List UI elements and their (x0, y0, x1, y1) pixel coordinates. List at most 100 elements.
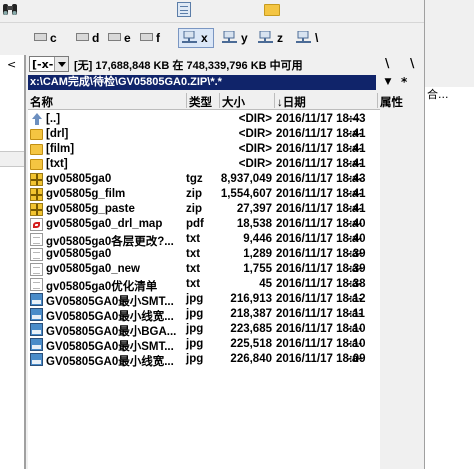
column-type[interactable]: 类型 (189, 94, 212, 110)
drive-button[interactable]: y (218, 28, 254, 48)
drive-bar: c d e f x y z \ (0, 24, 424, 52)
drive-letter: c (50, 31, 57, 45)
column-name[interactable]: 名称 (30, 94, 53, 110)
current-path[interactable]: x:\CAM完成\待检\GV05805GA0.ZIP\*.* (28, 75, 376, 90)
file-type: txt (186, 263, 201, 275)
file-name: gv05805ga0_new (46, 263, 140, 275)
file-type: zip (186, 203, 202, 215)
file-row[interactable]: GV05805GA0最小SMT... jpg 225,518 2016/11/17 1… (28, 337, 380, 353)
file-type: txt (186, 233, 201, 245)
file-size: 27,397 (236, 203, 272, 215)
file-row[interactable]: [film] <DIR> 2016/11/17 18:41 -a- (28, 142, 380, 157)
image-file-icon (30, 308, 43, 321)
network-drive-icon (221, 30, 238, 45)
file-type: tgz (186, 173, 203, 185)
file-size: <DIR> (238, 113, 272, 125)
drive-icon (108, 33, 121, 41)
folder-icon (30, 159, 43, 170)
left-pane-arrow[interactable]: < (7, 58, 16, 71)
root-dir-button[interactable]: \ (385, 56, 389, 70)
column-size[interactable]: 大小 (222, 94, 245, 110)
file-name: gv05805g_paste (46, 203, 135, 215)
chevron-down-icon[interactable] (54, 57, 68, 71)
binoculars-icon[interactable] (1, 2, 19, 18)
image-file-icon (30, 338, 43, 351)
drive-button[interactable]: c (30, 28, 60, 48)
file-size: 45 (259, 278, 272, 290)
drive-icon (34, 33, 47, 41)
drive-button[interactable]: \ (292, 28, 328, 48)
calculator-icon[interactable] (177, 2, 191, 17)
file-size: 226,840 (230, 353, 272, 365)
file-row[interactable]: [txt] <DIR> 2016/11/17 18:41 -a- (28, 157, 380, 172)
file-row[interactable]: gv05805ga0_new txt 1,755 2016/11/17 18:39 -a… (28, 262, 380, 277)
drive-button[interactable]: e (104, 28, 134, 48)
file-attr: -a- (348, 218, 363, 230)
file-size: 223,685 (230, 323, 272, 335)
file-attr: -a- (348, 278, 363, 290)
drive-icon (76, 33, 89, 41)
file-attr: -a- (348, 158, 363, 170)
drive-icon (140, 33, 153, 41)
file-list-panel[interactable]: 名称 类型 大小 ↓日期 属性 [..] <DIR> 2016/11/17 18:4… (28, 92, 403, 469)
image-file-icon (30, 323, 43, 336)
left-pane-header (0, 151, 24, 167)
column-attr[interactable]: 属性 (380, 94, 403, 110)
folder-icon[interactable] (264, 4, 280, 16)
network-drive-icon (295, 30, 312, 45)
file-name: [film] (46, 143, 75, 155)
file-row[interactable]: GV05805GA0最小BGA... jpg 223,685 2016/11/17 1… (28, 322, 380, 338)
file-name: gv05805g_film (46, 188, 126, 200)
file-name: gv05805ga0_drl_map (46, 218, 163, 230)
drive-button[interactable]: x (178, 28, 214, 48)
toolbar (0, 0, 424, 23)
left-file-panel[interactable]: < (0, 55, 26, 469)
file-attr: -a- (348, 173, 363, 185)
file-size: 1,289 (243, 248, 272, 260)
file-row[interactable]: gv05805ga0各层更改?... txt 9,446 2016/11/17 18:… (28, 232, 380, 248)
file-size: 216,913 (230, 293, 272, 305)
text-file-icon (30, 248, 43, 261)
file-size: 18,538 (236, 218, 272, 230)
file-attr: -a- (348, 338, 363, 350)
file-type: jpg (186, 323, 204, 335)
file-row[interactable]: [drl] <DIR> 2016/11/17 18:41 -a- (28, 127, 380, 142)
folder-icon (30, 129, 43, 140)
image-file-icon (30, 353, 43, 366)
archive-icon (30, 188, 43, 201)
path-history-dropdown[interactable]: ▼ (379, 75, 397, 90)
file-row[interactable]: gv05805ga0 tgz 8,937,049 2016/11/17 18:43 -a… (28, 172, 380, 187)
file-attr: -a- (348, 248, 363, 260)
file-type: txt (186, 248, 201, 260)
drive-button[interactable]: f (136, 28, 166, 48)
file-size: <DIR> (238, 143, 272, 155)
file-row[interactable]: gv05805g_film zip 1,554,607 2016/11/17 18:4… (28, 187, 380, 202)
file-row[interactable]: gv05805ga0优化清单 txt 45 2016/11/17 18:38 -a- (28, 277, 380, 293)
file-attr: -a- (348, 188, 363, 200)
right-panel-text: 合... (427, 88, 449, 101)
filter-star-button[interactable]: * (401, 75, 407, 90)
drive-select[interactable]: [-x-] (29, 56, 69, 72)
drive-letter: e (124, 31, 131, 45)
file-row[interactable]: GV05805GA0最小SMT... jpg 216,913 2016/11/17 1… (28, 292, 380, 308)
file-size: 8,937,049 (220, 173, 272, 185)
network-drive-icon (181, 30, 198, 45)
file-row[interactable]: gv05805ga0 txt 1,289 2016/11/17 18:39 -a- (28, 247, 380, 262)
drive-letter: d (92, 31, 100, 45)
file-name: GV05805GA0最小线宽... (46, 356, 174, 368)
file-name: [..] (46, 113, 61, 125)
drive-button[interactable]: z (254, 28, 290, 48)
file-row[interactable]: gv05805g_paste zip 27,397 2016/11/17 18:41-… (28, 202, 380, 217)
parent-dir-button[interactable]: \ (410, 56, 414, 70)
column-date[interactable]: ↓日期 (277, 94, 306, 110)
archive-icon (30, 173, 43, 186)
file-row[interactable]: [..] <DIR> 2016/11/17 18:43— (28, 112, 380, 127)
file-attr: -a- (348, 293, 363, 305)
file-row[interactable]: gv05805ga0_drl_map pdf 18,538 2016/11/17 18… (28, 217, 380, 232)
file-attr: -a- (348, 308, 363, 320)
file-row[interactable]: GV05805GA0最小线宽... jpg 226,840 2016/11/17 18… (28, 352, 380, 368)
drive-free-space: [无] 17,688,848 KB 在 748,339,796 KB 中可用 (74, 60, 303, 72)
file-type: jpg (186, 353, 204, 365)
file-row[interactable]: GV05805GA0最小线宽... jpg 218,387 2016/11/17 18… (28, 307, 380, 323)
drive-button[interactable]: d (72, 28, 102, 48)
